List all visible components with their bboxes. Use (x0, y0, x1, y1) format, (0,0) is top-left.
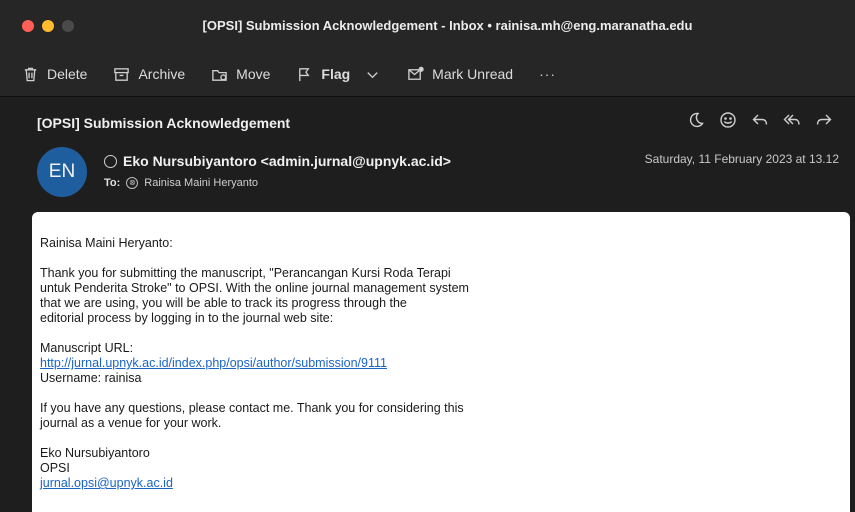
avatar: EN (37, 147, 87, 197)
window-title: [OPSI] Submission Acknowledgement - Inbo… (202, 18, 693, 33)
recipient-line: To: ⊗ Rainisa Maini Heryanto (104, 177, 258, 189)
move-button[interactable]: Move (211, 66, 270, 83)
message-header: [OPSI] Submission Acknowledgement EN Eko… (0, 97, 855, 213)
paragraph-line: editorial process by logging in to the j… (40, 311, 334, 325)
mark-unread-label: Mark Unread (432, 66, 514, 82)
message-actions (687, 111, 833, 129)
archive-button[interactable]: Archive (113, 66, 185, 83)
signature: Eko Nursubiyantoro OPSI jurnal.opsi@upny… (40, 446, 560, 491)
emoji-icon[interactable] (719, 111, 737, 129)
sender-name: Eko Nursubiyantoro <admin.jurnal@upnyk.a… (123, 153, 451, 169)
paragraph-line: journal as a venue for your work. (40, 416, 222, 430)
message-body-content: Rainisa Maini Heryanto: Thank you for su… (40, 236, 560, 506)
flag-icon (299, 67, 310, 81)
title-bar: [OPSI] Submission Acknowledgement - Inbo… (0, 0, 855, 52)
message-body: Rainisa Maini Heryanto: Thank you for su… (32, 212, 850, 512)
delete-button[interactable]: Delete (22, 66, 87, 83)
recipient-name[interactable]: Rainisa Maini Heryanto (144, 177, 258, 189)
archive-label: Archive (138, 66, 186, 82)
to-label: To: (104, 177, 121, 189)
manuscript-block: Manuscript URL: http://jurnal.upnyk.ac.i… (40, 341, 560, 386)
unread-circle-icon (104, 154, 117, 168)
sender[interactable]: Eko Nursubiyantoro <admin.jurnal@upnyk.a… (104, 153, 451, 169)
flag-button[interactable]: Flag (296, 66, 381, 83)
toolbar: Delete Archive Move Flag Mark Unread ··· (0, 52, 855, 97)
reply-icon[interactable] (751, 111, 769, 129)
move-label: Move (236, 66, 271, 82)
paragraph-line: Thank you for submitting the manuscript,… (40, 266, 451, 280)
paragraph-line: untuk Penderita Stroke" to OPSI. With th… (40, 281, 469, 295)
mark-unread-button[interactable]: Mark Unread (407, 66, 513, 83)
greeting: Rainisa Maini Heryanto: (40, 236, 173, 250)
forward-icon[interactable] (815, 111, 833, 129)
message-date: Saturday, 11 February 2023 at 13.12 (644, 152, 839, 166)
snooze-icon[interactable] (687, 111, 705, 129)
trash-icon (24, 67, 37, 81)
signature-email-link[interactable]: jurnal.opsi@upnyk.ac.id (40, 476, 173, 490)
reply-all-icon[interactable] (783, 111, 801, 129)
paragraph-line: If you have any questions, please contac… (40, 401, 464, 415)
manuscript-label: Manuscript URL: (40, 341, 134, 355)
message-subject: [OPSI] Submission Acknowledgement (37, 115, 291, 131)
signature-org: OPSI (40, 461, 70, 475)
chevron-down-icon[interactable] (364, 66, 381, 83)
paragraph-intro: Thank you for submitting the manuscript,… (40, 266, 560, 326)
flag-label: Flag (321, 66, 351, 82)
paragraph-questions: If you have any questions, please contac… (40, 401, 560, 431)
username-line: Username: rainisa (40, 371, 142, 385)
mark-unread-icon (408, 66, 424, 80)
paragraph-line: that we are using, you will be able to t… (40, 296, 407, 310)
delete-label: Delete (47, 66, 88, 82)
recipient-remove-icon: ⊗ (126, 177, 139, 189)
signature-name: Eko Nursubiyantoro (40, 446, 150, 460)
archive-icon (114, 67, 130, 81)
move-icon (212, 69, 227, 81)
more-actions-button[interactable]: ··· (539, 66, 556, 82)
manuscript-link[interactable]: http://jurnal.upnyk.ac.id/index.php/opsi… (40, 356, 387, 370)
